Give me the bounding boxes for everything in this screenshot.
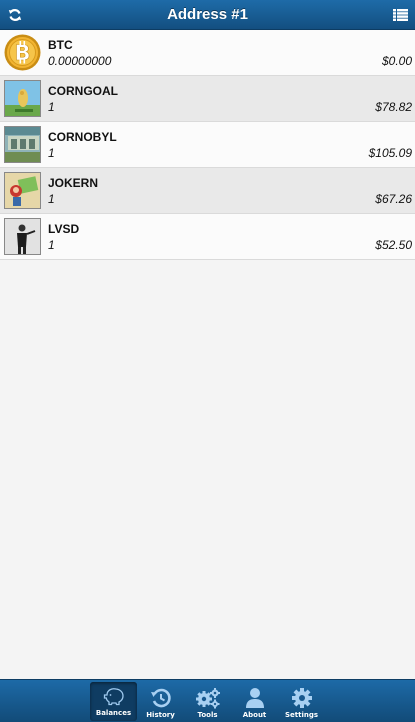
tab-tools[interactable]: Tools bbox=[184, 680, 231, 722]
refresh-icon bbox=[8, 9, 22, 21]
header-bar: Address #1 bbox=[0, 0, 415, 30]
asset-value: $67.26 bbox=[375, 192, 412, 206]
tab-balances[interactable]: Balances bbox=[90, 682, 137, 721]
balances-list: B BTC 0.00000000 $0.00 CORNGOAL 1 $78.82… bbox=[0, 30, 415, 260]
gears-icon bbox=[195, 688, 220, 709]
asset-quantity: 0.00000000 bbox=[48, 54, 112, 68]
asset-name: CORNGOAL bbox=[48, 84, 118, 98]
asset-name: BTC bbox=[48, 38, 73, 52]
refresh-button[interactable] bbox=[0, 0, 30, 30]
asset-name: LVSD bbox=[48, 222, 80, 236]
cornobyl-card-image bbox=[4, 126, 41, 163]
tab-label: About bbox=[242, 711, 267, 719]
lvsd-card-image bbox=[4, 218, 41, 255]
list-item[interactable]: CORNOBYL 1 $105.09 bbox=[0, 122, 415, 168]
jokern-card-image bbox=[4, 172, 41, 209]
page-title: Address #1 bbox=[167, 6, 248, 23]
list-item[interactable]: LVSD 1 $52.50 bbox=[0, 214, 415, 260]
asset-quantity: 1 bbox=[48, 100, 55, 114]
list-item[interactable]: B BTC 0.00000000 $0.00 bbox=[0, 30, 415, 76]
piggy-bank-icon bbox=[103, 688, 124, 706]
tab-label: Tools bbox=[197, 711, 218, 719]
gear-icon bbox=[291, 688, 312, 708]
asset-name: JOKERN bbox=[48, 176, 99, 190]
asset-name: CORNOBYL bbox=[48, 130, 117, 144]
asset-quantity: 1 bbox=[48, 238, 55, 252]
tab-history[interactable]: History bbox=[137, 680, 184, 722]
list-item[interactable]: CORNGOAL 1 $78.82 bbox=[0, 76, 415, 122]
asset-value: $78.82 bbox=[375, 100, 412, 114]
tab-label: Balances bbox=[95, 709, 132, 717]
asset-value: $52.50 bbox=[375, 238, 412, 252]
tab-about[interactable]: About bbox=[231, 680, 278, 722]
asset-value: $105.09 bbox=[368, 146, 412, 160]
svg-text:B: B bbox=[14, 41, 30, 65]
tab-label: History bbox=[146, 711, 175, 719]
bitcoin-coin-icon: B bbox=[4, 34, 41, 71]
asset-quantity: 1 bbox=[48, 192, 55, 206]
person-icon bbox=[245, 688, 264, 708]
corngoal-card-image bbox=[4, 80, 41, 117]
list-item[interactable]: JOKERN 1 $67.26 bbox=[0, 168, 415, 214]
asset-quantity: 1 bbox=[48, 146, 55, 160]
tab-label: Settings bbox=[284, 711, 319, 719]
menu-button[interactable] bbox=[385, 0, 415, 30]
asset-value: $0.00 bbox=[381, 54, 412, 68]
list-menu-icon bbox=[392, 9, 408, 21]
tab-settings[interactable]: Settings bbox=[278, 680, 325, 722]
bottom-nav: Balances History Tools About Settings bbox=[0, 679, 415, 722]
history-icon bbox=[150, 688, 171, 708]
